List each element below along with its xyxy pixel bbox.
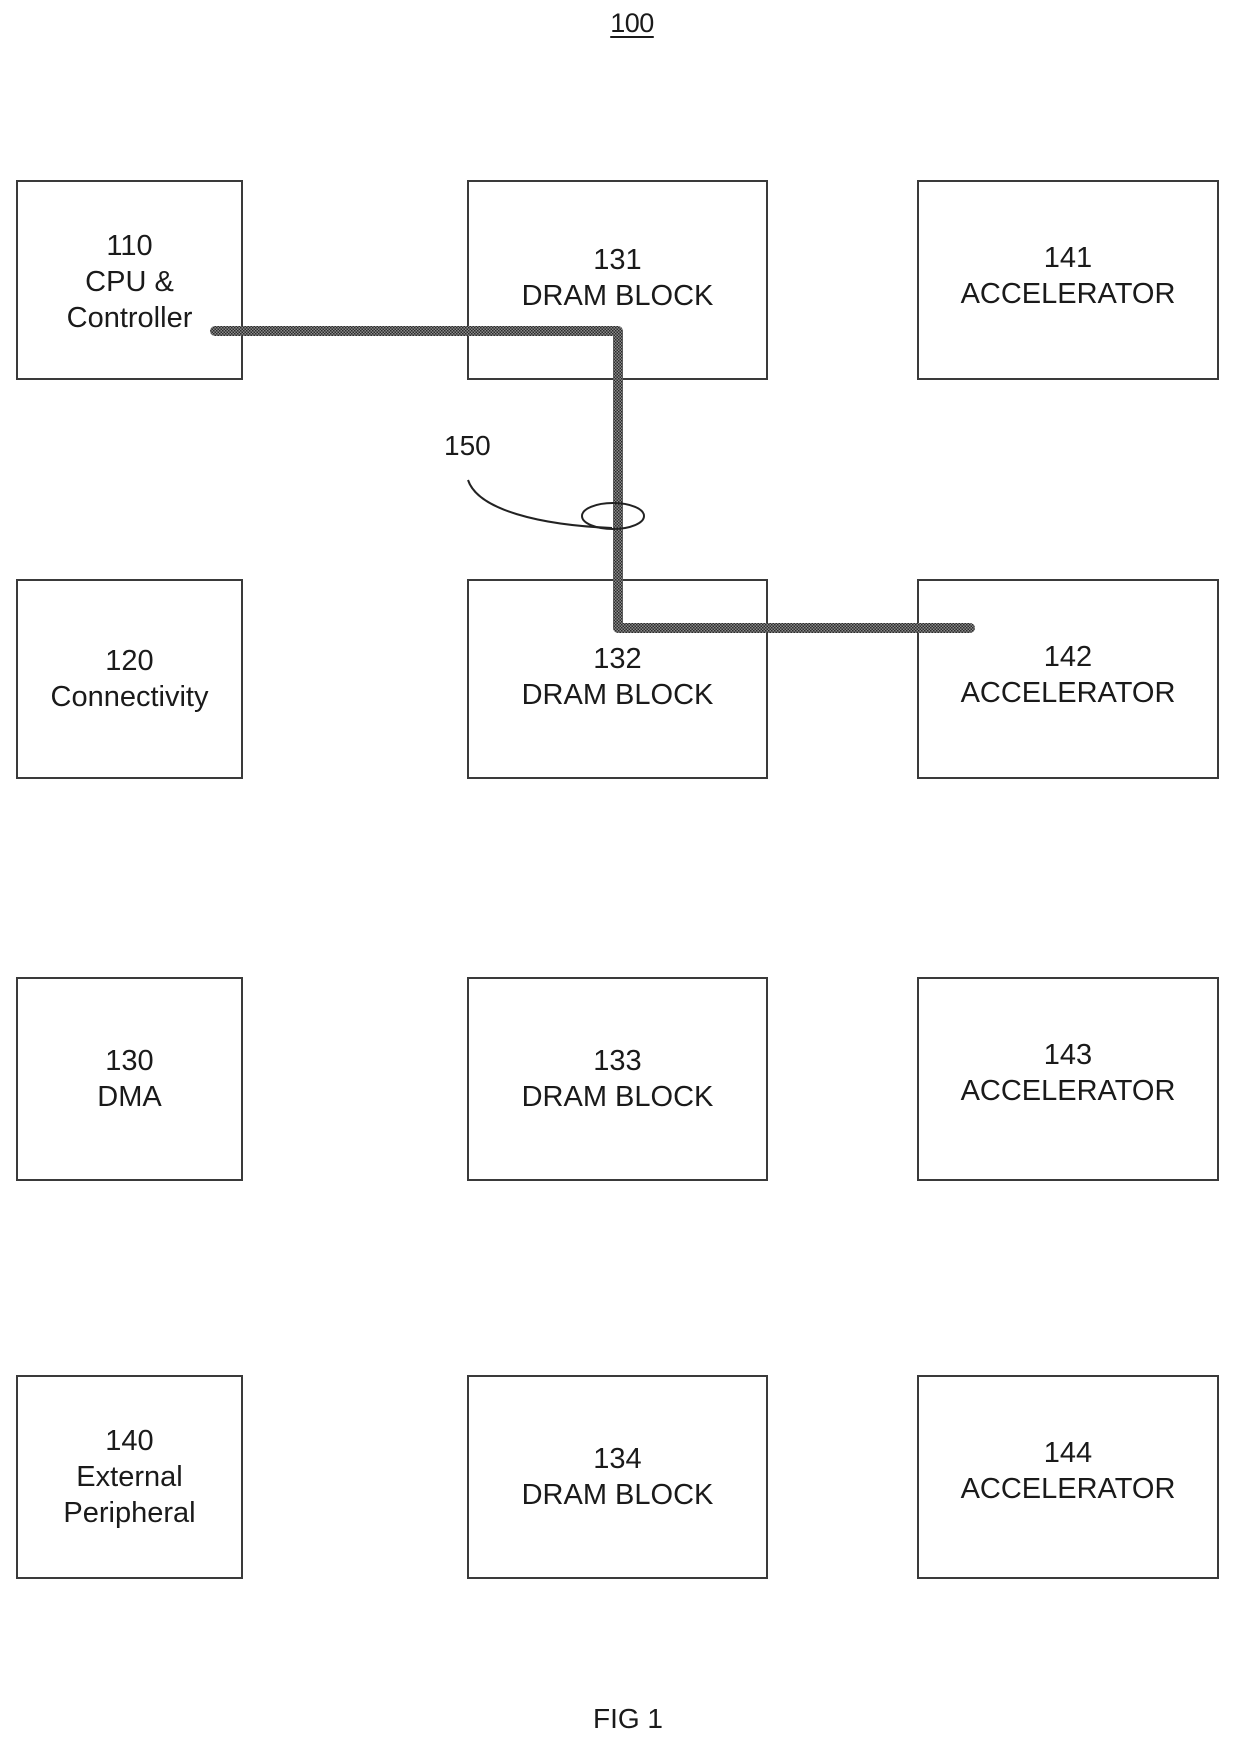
connection-reference-number: 150 bbox=[444, 430, 491, 461]
block-number: 143 bbox=[1043, 1039, 1093, 1071]
block-label: ACCELERATOR bbox=[960, 1075, 1176, 1107]
block-label-line-2: Controller bbox=[66, 302, 193, 334]
block-number: 142 bbox=[1043, 641, 1093, 673]
block-number: 133 bbox=[593, 1045, 642, 1077]
block-number: 134 bbox=[593, 1443, 642, 1475]
block-connectivity: 120 Connectivity bbox=[16, 579, 243, 779]
figure-reference-number: 100 bbox=[610, 8, 654, 38]
block-label: ACCELERATOR bbox=[960, 1473, 1176, 1505]
block-label: DRAM BLOCK bbox=[521, 280, 714, 312]
block-label: DRAM BLOCK bbox=[521, 1479, 714, 1511]
wire-callout-leader bbox=[467, 479, 613, 529]
block-dram-131: 131 DRAM BLOCK bbox=[467, 180, 768, 380]
block-label: DRAM BLOCK bbox=[521, 1081, 714, 1113]
block-label: ACCELERATOR bbox=[960, 278, 1176, 310]
block-dram-132: 132 DRAM BLOCK bbox=[467, 579, 768, 779]
wire-callout-ellipse bbox=[581, 502, 645, 530]
block-dram-133: 133 DRAM BLOCK bbox=[467, 977, 768, 1181]
block-number: 110 bbox=[106, 230, 153, 262]
block-dram-134: 134 DRAM BLOCK bbox=[467, 1375, 768, 1579]
block-number: 141 bbox=[1043, 242, 1093, 274]
block-accelerator-142: 142 ACCELERATOR bbox=[917, 579, 1219, 779]
block-number: 140 bbox=[105, 1425, 154, 1457]
block-accelerator-144: 144 ACCELERATOR bbox=[917, 1375, 1219, 1579]
block-label-line-1: External bbox=[76, 1461, 183, 1493]
block-external-peripheral: 140 External Peripheral bbox=[16, 1375, 243, 1579]
block-label: DMA bbox=[97, 1081, 162, 1113]
block-number: 144 bbox=[1043, 1437, 1093, 1469]
block-label-line-2: Peripheral bbox=[63, 1497, 196, 1529]
block-accelerator-143: 143 ACCELERATOR bbox=[917, 977, 1219, 1181]
block-number: 120 bbox=[105, 645, 154, 677]
block-cpu-controller: 110 CPU & Controller bbox=[16, 180, 243, 380]
block-dma: 130 DMA bbox=[16, 977, 243, 1181]
block-number: 132 bbox=[593, 643, 642, 675]
block-label: ACCELERATOR bbox=[960, 677, 1176, 709]
block-label-line-1: CPU & bbox=[85, 266, 174, 298]
block-label: DRAM BLOCK bbox=[521, 679, 714, 711]
block-number: 130 bbox=[105, 1045, 154, 1077]
block-number: 131 bbox=[593, 244, 642, 276]
figure-caption: FIG 1 bbox=[592, 1703, 663, 1734]
block-label: Connectivity bbox=[50, 681, 209, 713]
block-accelerator-141: 141 ACCELERATOR bbox=[917, 180, 1219, 380]
